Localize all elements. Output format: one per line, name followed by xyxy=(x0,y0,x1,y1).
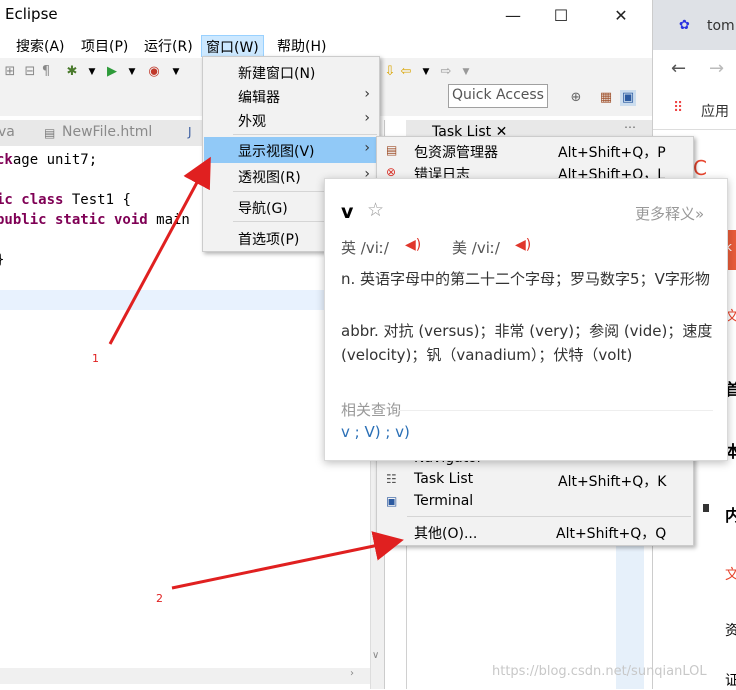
annotation-label-2: 2 xyxy=(156,592,163,605)
arrow-1 xyxy=(108,156,211,345)
arrow-2 xyxy=(171,531,404,590)
annotation-arrows xyxy=(108,156,404,590)
annotation-label-1: 1 xyxy=(92,352,99,365)
watermark: https://blog.csdn.net/sunqianLOL xyxy=(492,664,707,679)
